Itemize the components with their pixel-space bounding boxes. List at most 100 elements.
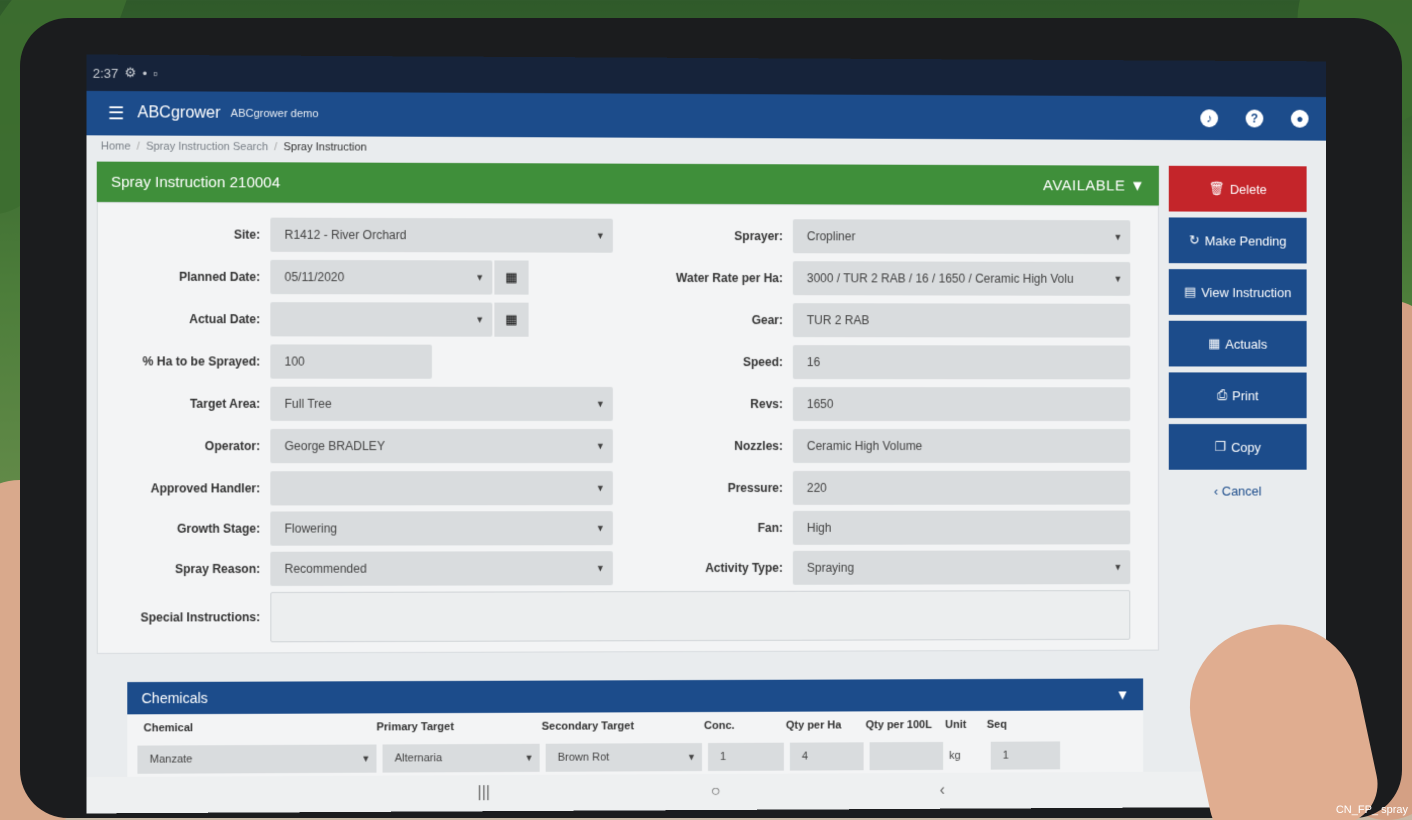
spray-reason-value: Recommended [284, 561, 367, 576]
calendar-icon[interactable]: ▦ [494, 302, 529, 337]
activity-type-select[interactable]: Spraying ▼ [792, 550, 1131, 585]
caret-down-icon: ▼ [524, 752, 534, 763]
col-chemical: Chemical [143, 722, 194, 735]
status-time: 2:37 [92, 65, 119, 81]
planned-date-input[interactable]: 05/11/2020 ▼ [270, 259, 493, 295]
approved-handler-select[interactable]: ▼ [270, 471, 613, 506]
special-instructions-textarea[interactable] [270, 590, 1131, 643]
ha-sprayed-input[interactable]: 100 [270, 344, 432, 379]
gear-field[interactable]: TUR 2 RAB [792, 303, 1131, 338]
view-instruction-button[interactable]: ▤ View Instruction [1168, 269, 1307, 316]
growth-stage-row: Growth Stage: Flowering ▼ [98, 511, 613, 546]
chevron-down-icon: ▼ [1129, 177, 1146, 195]
help-icon[interactable]: ? [1245, 109, 1264, 128]
copy-icon: ❐ [1214, 438, 1227, 454]
caret-down-icon: ▼ [595, 230, 605, 241]
print-button[interactable]: ⎙ Print [1168, 372, 1307, 419]
back-icon[interactable]: ‹ [940, 782, 945, 800]
caret-down-icon: ▼ [595, 441, 605, 452]
qty-per-ha-input[interactable]: 4 [789, 742, 864, 771]
calendar-icon[interactable]: ▦ [494, 260, 529, 295]
bell-icon[interactable]: ♪ [1200, 109, 1219, 128]
col-qty-per-100l: Qty per 100L [865, 719, 932, 732]
table-row: Manzate ▼ Alternaria ▼ Brown Rot ▼ 1 4 kg 1 [127, 738, 1144, 777]
col-unit: Unit [945, 718, 967, 731]
app-brand[interactable]: ABCgrower [137, 104, 220, 123]
revs-field[interactable]: 1650 [792, 387, 1131, 422]
breadcrumb-search[interactable]: Spray Instruction Search [146, 141, 268, 154]
col-secondary-target: Secondary Target [541, 720, 635, 733]
recents-icon[interactable]: ||| [478, 784, 491, 802]
col-conc: Conc. [704, 719, 735, 733]
primary-target-select[interactable]: Alternaria ▼ [382, 743, 540, 773]
breadcrumb: Home / Spray Instruction Search / Spray … [87, 135, 1327, 162]
actuals-button[interactable]: ▦ Actuals [1168, 320, 1307, 367]
cancel-label: Cancel [1221, 483, 1262, 499]
chemical-select[interactable]: Manzate ▼ [137, 744, 377, 774]
make-pending-button[interactable]: ↻ Make Pending [1168, 217, 1307, 264]
operator-select[interactable]: George BRADLEY ▼ [270, 428, 613, 464]
user-icon[interactable]: ● [1290, 109, 1309, 128]
copy-button[interactable]: ❐ Copy [1168, 424, 1307, 470]
site-row: Site: R1412 - River Orchard ▼ [98, 217, 613, 253]
table-icon: ▦ [1208, 335, 1221, 351]
notification-icon: • [142, 65, 148, 81]
seq-input[interactable]: 1 [990, 741, 1061, 770]
status-dropdown[interactable]: AVAILABLE ▼ [1043, 177, 1145, 194]
instruction-header: Spray Instruction 210004 AVAILABLE ▼ [96, 161, 1159, 206]
pressure-field[interactable]: 220 [792, 470, 1131, 505]
growth-stage-select[interactable]: Flowering ▼ [270, 511, 613, 546]
speed-field[interactable]: 16 [792, 345, 1131, 380]
planned-date-label: Planned Date: [179, 269, 261, 285]
qty-per-100l-input[interactable] [869, 741, 944, 771]
speed-label: Speed: [742, 355, 783, 370]
target-area-row: Target Area: Full Tree ▼ [98, 386, 613, 421]
site-value: R1412 - River Orchard [284, 227, 407, 243]
unit-value: kg [949, 749, 961, 762]
account-name: ABCgrower demo [230, 107, 319, 121]
delete-label: Delete [1229, 181, 1267, 197]
breadcrumb-home[interactable]: Home [101, 140, 131, 152]
site-select[interactable]: R1412 - River Orchard ▼ [270, 217, 613, 253]
page-title: Spray Instruction 210004 [110, 173, 281, 191]
nozzles-field[interactable]: Ceramic High Volume [792, 429, 1131, 463]
sprayer-row: Sprayer: Cropliner ▼ [643, 219, 1131, 255]
breadcrumb-current: Spray Instruction [283, 141, 367, 154]
ha-sprayed-row: % Ha to be Sprayed: 100 [98, 344, 432, 379]
nozzles-row: Nozzles: Ceramic High Volume [643, 429, 1131, 463]
revs-label: Revs: [750, 397, 783, 412]
chemicals-header[interactable]: Chemicals ▼ [127, 678, 1144, 715]
planned-date-value: 05/11/2020 [284, 269, 345, 285]
activity-type-value: Spraying [806, 560, 855, 575]
fan-field[interactable]: High [792, 510, 1131, 545]
special-instructions-row: Special Instructions: [98, 590, 1131, 643]
actual-date-input[interactable]: ▼ [270, 302, 493, 337]
caret-down-icon: ▼ [361, 753, 371, 764]
caret-down-icon: ▼ [595, 523, 605, 534]
home-icon[interactable]: ○ [711, 783, 721, 801]
actual-date-label: Actual Date: [189, 312, 261, 327]
actual-date-row: Actual Date: ▼ ▦ [98, 302, 529, 337]
target-area-select[interactable]: Full Tree ▼ [270, 386, 613, 421]
sprayer-label: Sprayer: [734, 229, 783, 244]
caret-down-icon: ▼ [1113, 562, 1123, 573]
make-pending-label: Make Pending [1204, 232, 1287, 249]
list-icon: ▤ [1184, 284, 1197, 299]
nozzles-label: Nozzles: [734, 438, 783, 453]
sprayer-select[interactable]: Cropliner ▼ [792, 219, 1131, 255]
chemicals-table-header: Chemical Primary Target Secondary Target… [127, 710, 1144, 743]
secondary-target-select[interactable]: Brown Rot ▼ [545, 743, 703, 772]
water-rate-select[interactable]: 3000 / TUR 2 RAB / 16 / 1650 / Ceramic H… [792, 261, 1131, 296]
planned-date-row: Planned Date: 05/11/2020 ▼ ▦ [98, 259, 529, 295]
delete-button[interactable]: 🗑 Delete [1168, 165, 1307, 212]
cancel-link[interactable]: ‹ Cancel [1169, 484, 1307, 499]
hamburger-icon[interactable]: ☰ [105, 103, 127, 124]
growth-stage-label: Growth Stage: [177, 521, 261, 536]
screen-icon: ▫ [153, 65, 158, 81]
activity-type-label: Activity Type: [705, 560, 783, 576]
conc-input[interactable]: 1 [708, 742, 784, 772]
android-status-bar: 2:37 ⚙ • ▫ [86, 54, 1327, 98]
spray-reason-select[interactable]: Recommended ▼ [270, 551, 613, 586]
target-area-value: Full Tree [284, 396, 332, 411]
operator-value: George BRADLEY [284, 439, 385, 454]
